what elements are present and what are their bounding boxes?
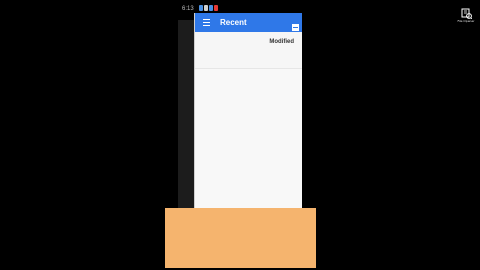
page-title: Recent [220,18,247,27]
menu-icon[interactable] [203,19,210,26]
watermark-text: File Opener [457,19,475,23]
file-list[interactable] [195,69,302,210]
sort-modified-button[interactable]: Modified [269,38,294,46]
watermark: File Opener [454,8,478,30]
status-time: 6:13 [182,6,194,12]
notification-icon [204,5,208,11]
screen-recording-frame: 6:13 Recent Modified File Opener [0,0,480,270]
notification-icon [199,5,203,11]
notification-icon [214,5,218,11]
app-logo-icon [461,8,472,19]
overlay-block [165,208,316,268]
status-icons [199,5,218,12]
list-header: Modified [195,32,302,69]
side-shadow [178,20,194,210]
notification-icon [209,5,213,11]
grid-view-icon[interactable] [292,18,299,31]
phone-screen: Recent Modified [194,13,302,210]
app-bar: Recent [195,13,302,32]
